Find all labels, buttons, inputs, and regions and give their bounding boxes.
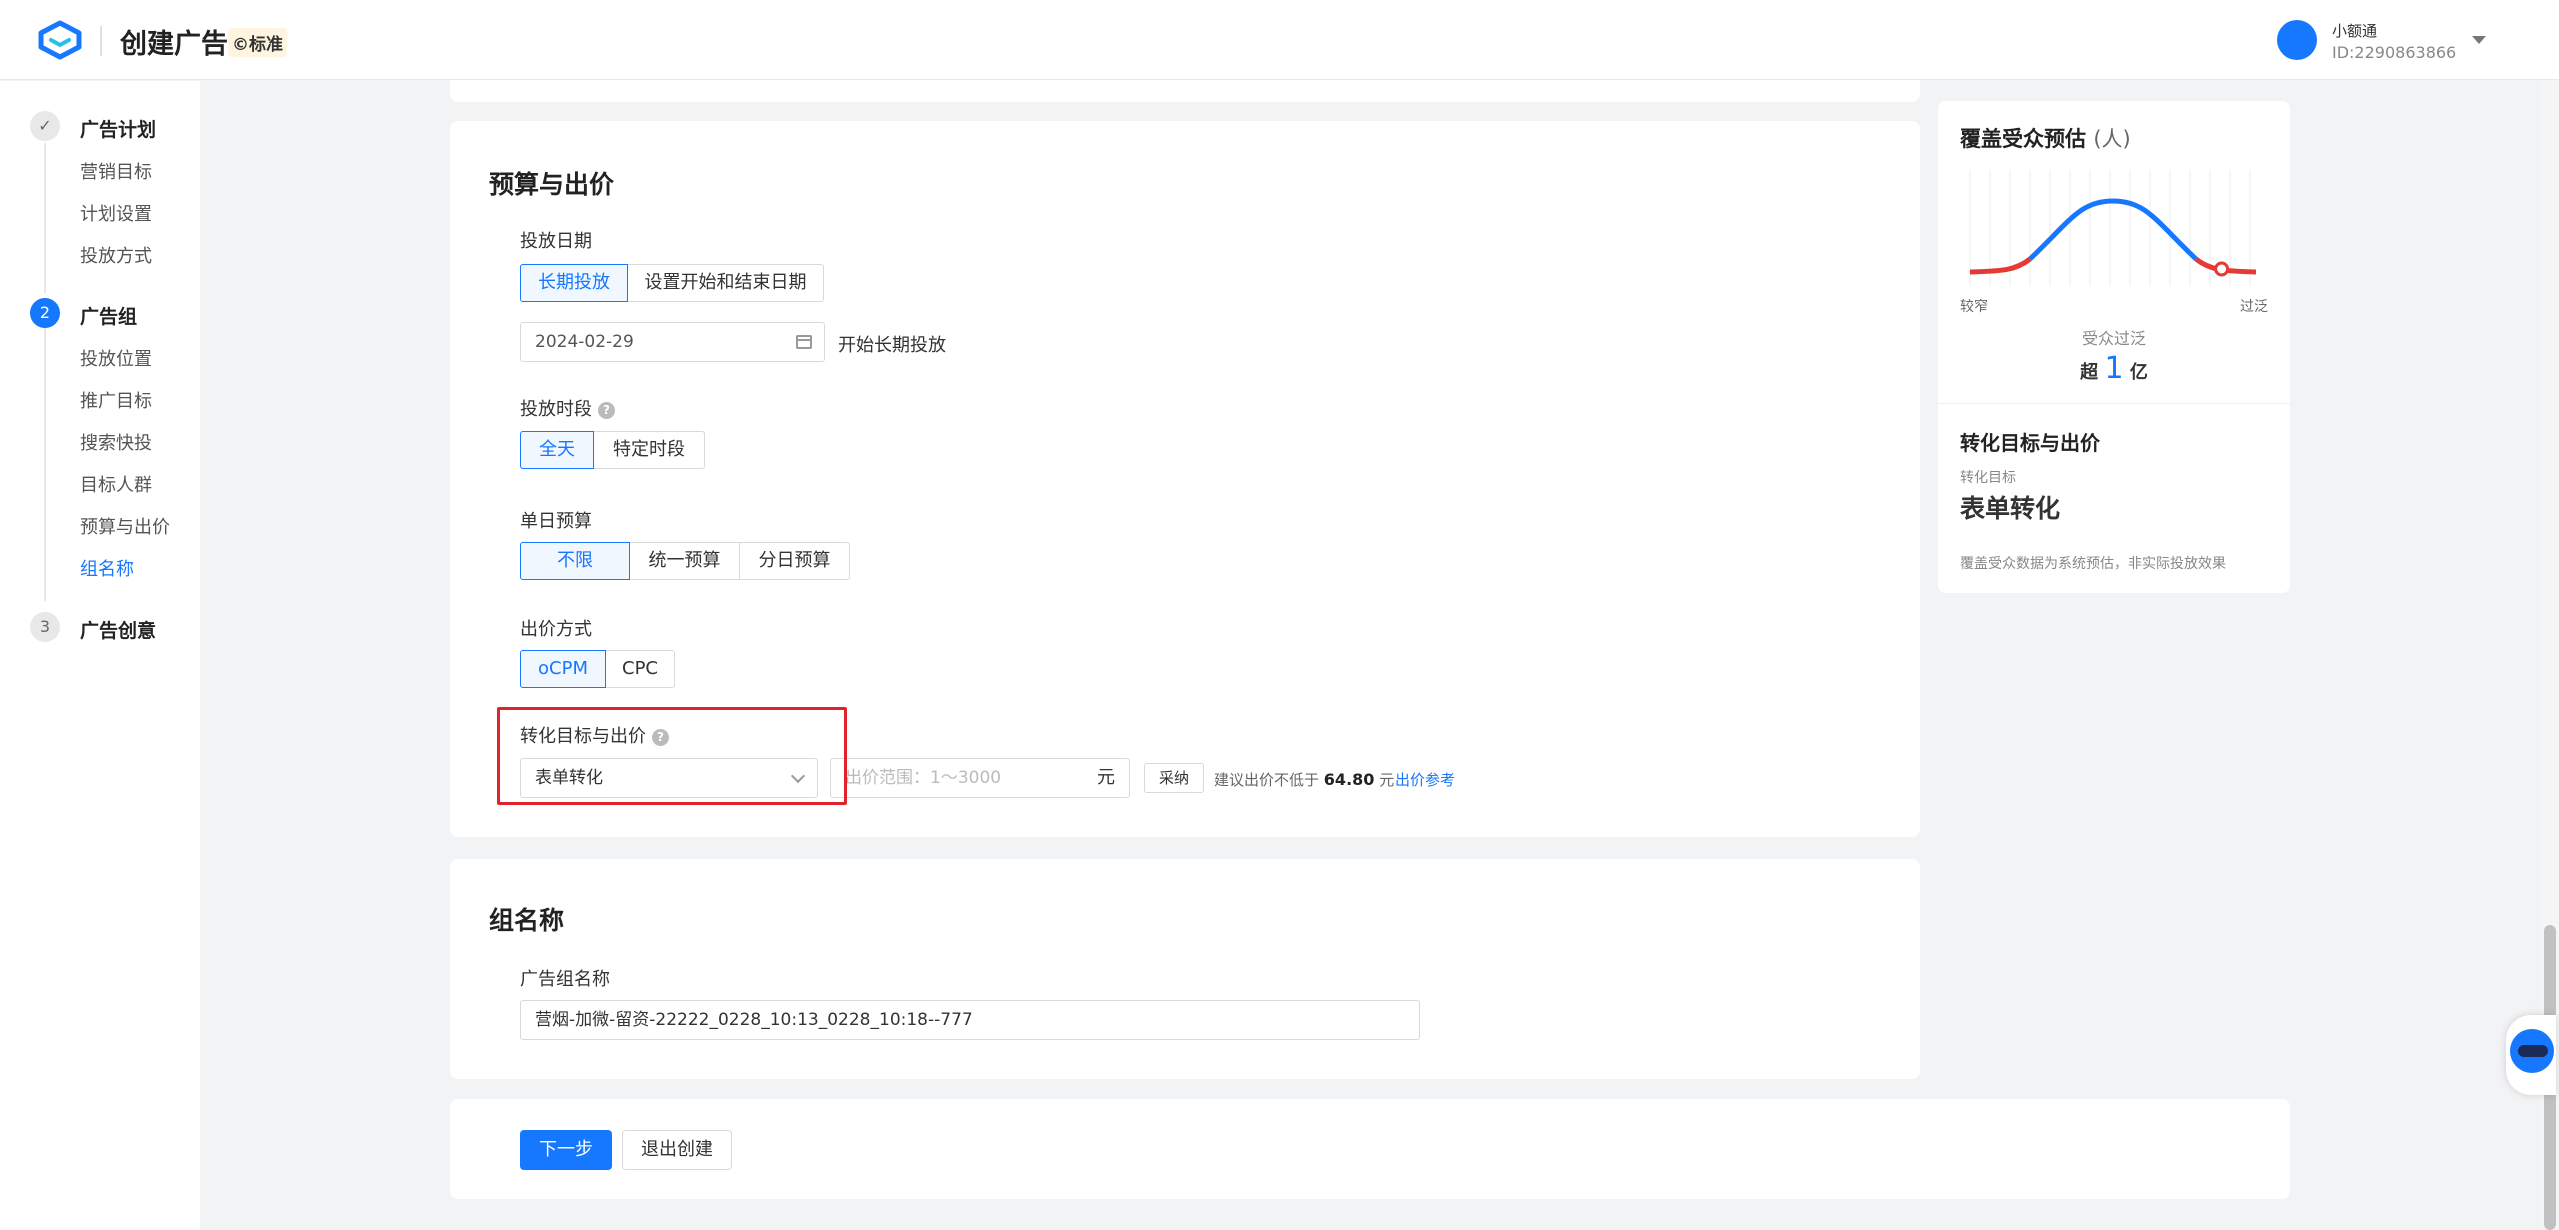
daily-budget-label: 单日预算 [520,511,592,532]
nav-item-marketing-goal[interactable]: 营销目标 [80,158,152,184]
schedule-options: 长期投放 设置开始和结束日期 [520,264,824,302]
start-note: 开始长期投放 [838,335,946,356]
suggest-prefix: 建议出价不低于 [1214,771,1320,789]
exit-button[interactable]: 退出创建 [622,1130,732,1170]
daily-option-unlimited[interactable]: 不限 [520,542,630,580]
footer-actions: 下一步 退出创建 [450,1099,2290,1199]
nav-item-promotion-goal[interactable]: 推广目标 [80,387,152,413]
step-title-creative[interactable]: 广告创意 [80,616,156,643]
bid-placeholder: 出价范围：1～3000 [845,768,1002,788]
bid-method-ocpm[interactable]: oCPM [520,650,606,688]
suggested-bid-value: 64.80 [1323,770,1375,789]
group-name-input[interactable]: 营烟-加微-留资-22222_0228_10:13_0228_10:18--77… [520,1000,1420,1040]
step-number-badge: 3 [30,612,60,642]
time-options: 全天 特定时段 [520,431,705,469]
count-prefix: 超 [2080,362,2099,383]
previous-section-card [450,80,1920,102]
step-title-group[interactable]: 广告组 [80,302,137,329]
bid-unit: 元 [1097,767,1115,788]
nav-item-delivery-method[interactable]: 投放方式 [80,242,152,268]
app-logo-icon[interactable] [37,20,83,60]
suggested-bid: 建议出价不低于 64.80 元 [1214,769,1394,790]
panel-goal-title: 转化目标与出价 [1960,431,2100,455]
bid-reference-link[interactable]: 出价参考 [1395,769,1455,790]
nav-item-placement[interactable]: 投放位置 [80,345,152,371]
nav-item-search-quick[interactable]: 搜索快投 [80,429,152,455]
audience-gauge [1969,171,2257,286]
tier-badge-label: 标准 [249,35,283,55]
panel-divider [1938,403,2290,404]
nav-item-budget-bid[interactable]: 预算与出价 [80,513,170,539]
step-connector [44,143,46,293]
schedule-option-long-term[interactable]: 长期投放 [520,264,628,302]
start-date-value: 2024-02-29 [535,332,634,352]
group-name-card: 组名称 广告组名称 营烟-加微-留资-22222_0228_10:13_0228… [450,859,1920,1079]
page-title: 创建广告 [120,29,228,60]
gauge-curve-main [2028,198,2198,261]
section-title-group-name: 组名称 [489,906,565,935]
bid-input[interactable]: 出价范围：1～3000 元 [830,758,1130,798]
start-date-input[interactable]: 2024-02-29 [520,322,825,362]
daily-option-uniform[interactable]: 统一预算 [629,542,740,580]
audience-panel: 覆盖受众预估 (人) 较窄 过泛 受众过泛 超 1 亿 转化目标与出价 转化目标… [1938,101,2290,593]
daily-option-per-day[interactable]: 分日预算 [739,542,850,580]
user-name: 小额通 [2332,22,2378,40]
step-title-plan[interactable]: 广告计划 [80,115,156,142]
bid-method-label: 出价方式 [520,619,592,640]
header-divider [100,26,102,56]
panel-goal-label: 转化目标 [1960,470,2016,486]
schedule-option-date-range[interactable]: 设置开始和结束日期 [627,264,824,302]
top-bar: 创建广告 ©标准 小额通 ID:2290863866 [0,0,2559,80]
group-name-label: 广告组名称 [520,969,610,990]
daily-budget-options: 不限 统一预算 分日预算 [520,542,850,580]
count-unit: 亿 [2129,362,2148,383]
suggest-unit: 元 [1379,771,1395,789]
nav-item-plan-settings[interactable]: 计划设置 [80,200,152,226]
bid-method-cpc[interactable]: CPC [605,650,675,688]
gauge-marker [2214,261,2230,277]
step-connector [44,328,46,601]
user-id: ID:2290863866 [2332,43,2457,62]
audience-title-unit: (人) [2093,127,2131,151]
tier-badge: ©标准 [228,28,287,57]
help-icon[interactable]: ? [598,402,615,419]
time-option-all-day[interactable]: 全天 [520,431,594,469]
gauge-label-wide: 过泛 [2240,299,2268,315]
time-label-text: 投放时段 [520,399,592,420]
audience-status: 受众过泛 [2081,329,2146,348]
audience-count: 超 1 亿 [1938,351,2290,386]
chevron-down-icon[interactable] [2472,36,2486,44]
schedule-label: 投放日期 [520,231,592,252]
time-label: 投放时段? [520,395,615,421]
calendar-icon[interactable] [796,335,812,349]
time-option-specific[interactable]: 特定时段 [593,431,705,469]
gauge-label-narrow: 较窄 [1960,299,1988,315]
audience-title: 覆盖受众预估 (人) [1960,123,2131,153]
highlight-box [497,707,847,805]
step-sidebar: ✓ 广告计划 营销目标 计划设置 投放方式 2 广告组 投放位置 推广目标 搜索… [0,81,200,1230]
panel-note: 覆盖受众数据为系统预估，非实际投放效果 [1960,556,2226,572]
nav-item-group-name[interactable]: 组名称 [80,555,134,581]
next-button[interactable]: 下一步 [520,1130,612,1170]
step-number-badge: 2 [30,298,60,328]
gauge-curve-narrow [1969,256,2032,275]
assistant-robot-icon[interactable] [2506,1015,2556,1095]
adopt-button[interactable]: 采纳 [1144,763,1205,793]
avatar[interactable] [2277,20,2317,60]
panel-goal-value: 表单转化 [1960,494,2061,523]
group-name-value: 营烟-加微-留资-22222_0228_10:13_0228_10:18--77… [535,1010,973,1030]
robot-face [2510,1029,2554,1073]
count-value: 1 [2104,351,2124,386]
check-icon: ✓ [30,111,60,141]
nav-item-target-audience[interactable]: 目标人群 [80,471,152,497]
audience-title-text: 覆盖受众预估 [1960,127,2086,151]
bid-method-options: oCPM CPC [520,650,675,688]
section-title-budget: 预算与出价 [489,170,615,199]
